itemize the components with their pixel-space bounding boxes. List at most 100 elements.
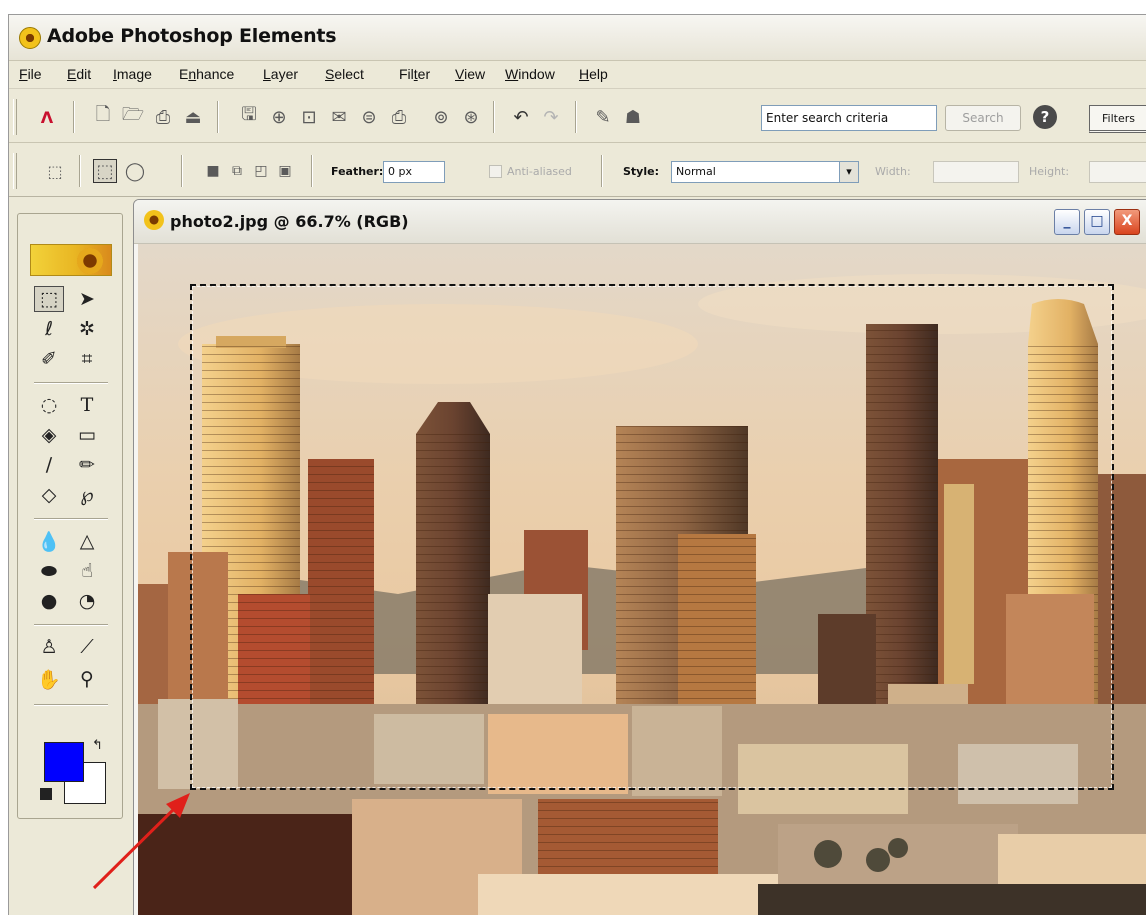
style-select[interactable]: Normal (671, 161, 841, 183)
swap-colors-icon[interactable]: ↰ (92, 738, 103, 753)
toolbox-header[interactable] (30, 244, 112, 276)
pdf-icon[interactable]: ⊡ (297, 105, 321, 129)
screenshot: Adobe Photoshop Elements File Edit Image En… (0, 0, 1146, 915)
chevron-down-icon[interactable]: ▾ (839, 161, 859, 183)
eyedropper-tool-icon[interactable]: ⟋ (72, 634, 102, 660)
menu-window[interactable]: Window (505, 66, 555, 82)
menu-view[interactable]: View (455, 66, 485, 82)
save-icon[interactable]: 🖫 (237, 104, 261, 129)
menu-bar: File Edit Image Enhance Layer Select Filter Vie… (9, 61, 1146, 89)
menu-select[interactable]: Select (325, 66, 364, 82)
toolbox-separator (34, 382, 108, 384)
rectangular-selection-marquee[interactable] (190, 284, 1114, 790)
width-input[interactable] (933, 161, 1019, 183)
sunflower-icon (77, 248, 103, 274)
height-label: Height: (1029, 165, 1070, 178)
toolbar-separator (181, 155, 183, 187)
crop-tool-icon[interactable]: ⌗ (72, 346, 102, 372)
style-label: Style: (623, 165, 659, 178)
step-backward-icon[interactable]: ↶ (509, 105, 533, 129)
sponge-tool-icon[interactable]: ⬬ (34, 558, 64, 584)
toolbox: ⬚ ➤ ℓ ✲ ✐ ⌗ ◌ T ◈ ▭ ∕ ✏ ◇ ℘ 💧 △ ⬬ ☝ ● ◔ … (17, 213, 123, 819)
anti-aliased-label: Anti-aliased (507, 165, 572, 178)
blur-tool-icon[interactable]: 💧 (34, 528, 64, 554)
shortcuts-toolbar: Λ 🗋 🗁 ⎙ ⏏ 🖫 ⊕ ⊡ ✉ ⊜ ⎙ ⊚ ⊛ ↶ ↷ ✎ ☗ Enter … (9, 91, 1146, 143)
sharpen-tool-icon[interactable]: △ (72, 528, 102, 554)
adobe-online-icon[interactable]: Λ (35, 105, 59, 129)
menu-layer[interactable]: Layer (263, 66, 298, 82)
online-services-icon[interactable]: ⊚ (429, 105, 453, 129)
recipes-icon[interactable]: ☗ (621, 105, 645, 129)
hand-tool-icon[interactable]: ✋ (34, 666, 64, 692)
smudge-tool-icon[interactable]: ☝ (72, 558, 102, 584)
menu-file[interactable]: File (19, 66, 42, 82)
feather-input[interactable]: 0 px (383, 161, 445, 183)
foreground-color-swatch[interactable] (44, 742, 84, 782)
elliptical-marquee-option-icon[interactable]: ◯ (123, 159, 147, 183)
close-button[interactable]: X (1114, 209, 1140, 235)
maximize-button[interactable]: □ (1084, 209, 1110, 235)
eraser-tool-icon[interactable]: ◇ (34, 482, 64, 508)
dodge-tool-icon[interactable]: ◔ (72, 588, 102, 614)
email-icon[interactable]: ✉ (327, 105, 351, 129)
print-preview-icon[interactable]: ⊜ (357, 105, 381, 129)
open-file-icon[interactable]: 🗁 (121, 104, 145, 129)
browse-file-icon[interactable]: ⎙ (151, 105, 175, 129)
city-skyline-photo[interactable] (138, 244, 1146, 915)
document-title: photo2.jpg @ 66.7% (RGB) (170, 212, 409, 231)
rectangular-marquee-tool-icon[interactable]: ⬚ (34, 286, 64, 312)
burn-tool-icon[interactable]: ● (34, 588, 64, 614)
sunflower-logo-icon (19, 27, 41, 49)
default-colors-icon[interactable] (40, 788, 52, 800)
paint-bucket-tool-icon[interactable]: ◈ (34, 422, 64, 448)
toolbar-separator (311, 155, 313, 187)
menu-filter[interactable]: Filter (399, 66, 430, 82)
anti-aliased-checkbox[interactable] (489, 165, 502, 178)
custom-shape-tool-icon[interactable]: ◌ (34, 392, 64, 418)
zoom-tool-icon[interactable]: ⚲ (72, 666, 102, 692)
tool-preset-icon[interactable]: ⬚ (43, 159, 67, 183)
new-selection-icon[interactable]: ■ (201, 159, 225, 183)
feather-label: Feather: (331, 165, 384, 178)
gradient-tool-icon[interactable]: ▭ (72, 422, 102, 448)
minimize-button[interactable]: _ (1054, 209, 1080, 235)
toolbar-separator (493, 101, 495, 133)
save-for-web-icon[interactable]: ⊕ (267, 105, 291, 129)
clone-stamp-tool-icon[interactable]: ♙ (34, 634, 64, 660)
magic-wand-tool-icon[interactable]: ✲ (72, 316, 102, 342)
print-icon[interactable]: ⎙ (387, 105, 411, 129)
search-button[interactable]: Search (945, 105, 1021, 131)
menu-enhance[interactable]: Enhance (179, 66, 234, 82)
subtract-from-selection-icon[interactable]: ◰ (249, 159, 273, 183)
help-icon[interactable]: ? (1033, 105, 1057, 129)
document-titlebar[interactable]: photo2.jpg @ 66.7% (RGB) _ □ X (134, 200, 1146, 244)
web-photo-icon[interactable]: ⊛ (459, 105, 483, 129)
width-label: Width: (875, 165, 911, 178)
rectangular-marquee-option-icon[interactable]: ⬚ (93, 159, 117, 183)
toolbar-grip[interactable] (13, 99, 17, 135)
app-title: Adobe Photoshop Elements (47, 25, 337, 47)
import-icon[interactable]: ⏏ (181, 105, 205, 129)
lasso-tool-icon[interactable]: ℓ (34, 316, 64, 342)
type-tool-icon[interactable]: T (72, 392, 102, 418)
toolbar-separator (79, 155, 81, 187)
selection-brush-tool-icon[interactable]: ✐ (34, 346, 64, 372)
toolbox-separator (34, 704, 108, 706)
menu-edit[interactable]: Edit (67, 66, 91, 82)
height-input[interactable] (1089, 161, 1146, 183)
tips-icon[interactable]: ✎ (591, 105, 615, 129)
intersect-selection-icon[interactable]: ▣ (273, 159, 297, 183)
options-bar: ⬚ ⬚ ◯ ■ ⧉ ◰ ▣ Feather: 0 px Anti-aliased… (9, 145, 1146, 197)
filters-palette-tab[interactable]: Filters (1089, 105, 1146, 133)
menu-image[interactable]: Image (113, 66, 152, 82)
move-tool-icon[interactable]: ➤ (72, 286, 102, 312)
pencil-tool-icon[interactable]: ✏ (72, 452, 102, 478)
toolbar-separator (73, 101, 75, 133)
menu-help[interactable]: Help (579, 66, 608, 82)
step-forward-icon[interactable]: ↷ (539, 105, 563, 129)
brush-tool-icon[interactable]: ∕ (34, 452, 64, 478)
search-input[interactable]: Enter search criteria (761, 105, 937, 131)
new-file-icon[interactable]: 🗋 (91, 104, 115, 129)
red-eye-brush-tool-icon[interactable]: ℘ (72, 482, 102, 508)
add-to-selection-icon[interactable]: ⧉ (225, 159, 249, 183)
